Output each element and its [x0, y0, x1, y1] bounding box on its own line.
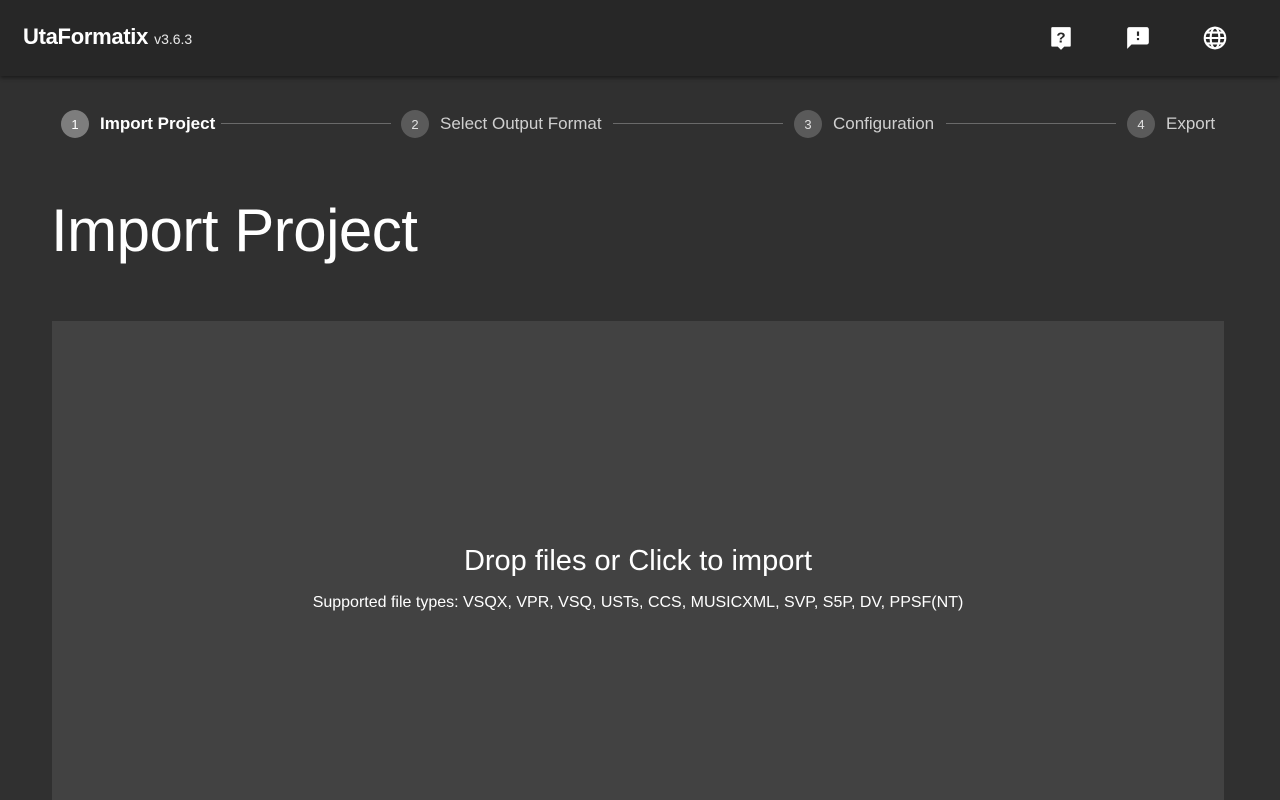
step-number: 3: [794, 110, 822, 138]
step-connector: [613, 123, 783, 124]
language-icon: [1203, 26, 1227, 50]
page-title: Import Project: [51, 197, 418, 264]
step-label: Select Output Format: [440, 114, 602, 133]
supported-file-types: Supported file types: VSQX, VPR, VSQ, US…: [312, 594, 964, 611]
app-brand: UtaFormatix v3.6.3: [23, 24, 192, 50]
step-connector: [946, 123, 1116, 124]
step-configuration[interactable]: 3 Configuration: [794, 110, 934, 138]
step-export[interactable]: 4 Export: [1127, 110, 1215, 138]
step-number: 4: [1127, 110, 1155, 138]
language-button[interactable]: [1195, 18, 1235, 58]
feedback-button[interactable]: [1118, 18, 1158, 58]
step-import-project[interactable]: 1 Import Project: [61, 110, 215, 138]
step-label: Configuration: [833, 114, 935, 133]
help-icon: ?: [1051, 27, 1071, 50]
app-version: v3.6.3: [154, 31, 193, 47]
import-dropzone[interactable]: Drop files or Click to import Supported …: [52, 321, 1224, 800]
step-label: Export: [1166, 114, 1216, 133]
step-label: Import Project: [100, 114, 216, 133]
stepper: 1 Import Project 2 Select Output Format …: [61, 110, 1221, 138]
step-number: 2: [401, 110, 429, 138]
dropzone-headline: Drop files or Click to import: [463, 545, 813, 577]
help-button[interactable]: ?: [1041, 18, 1081, 58]
app-bar: UtaFormatix v3.6.3 ?: [0, 0, 1280, 76]
svg-text:?: ?: [1056, 29, 1065, 46]
feedback-icon: [1127, 27, 1149, 49]
app-title: UtaFormatix: [23, 24, 149, 49]
step-connector: [221, 123, 391, 124]
step-select-output-format[interactable]: 2 Select Output Format: [401, 110, 602, 138]
step-number: 1: [61, 110, 89, 138]
